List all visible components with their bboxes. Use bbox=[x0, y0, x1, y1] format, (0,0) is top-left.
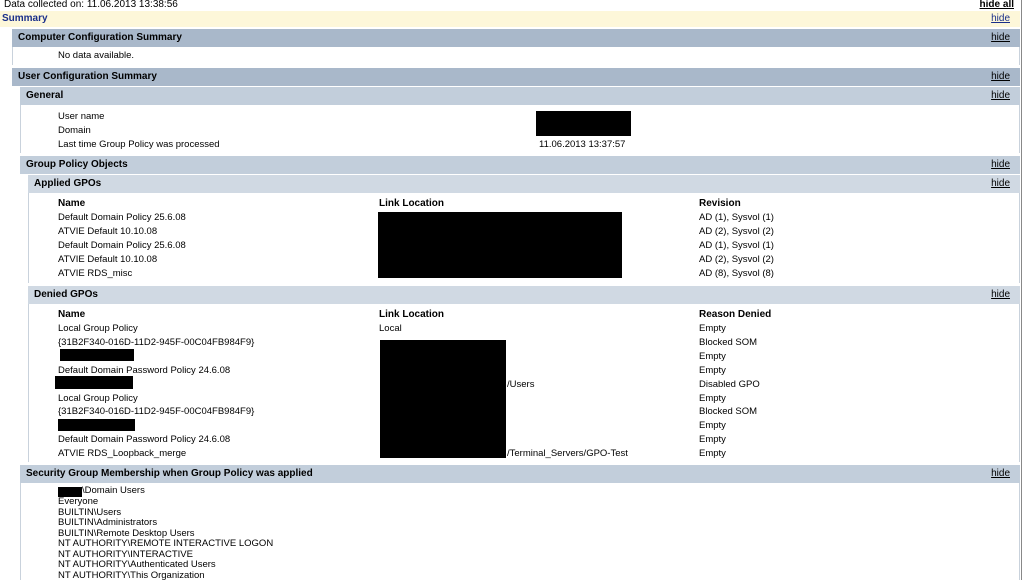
computer-config-bar[interactable]: Computer Configuration Summary hide bbox=[12, 28, 1020, 48]
gpo-title: Group Policy Objects bbox=[26, 159, 128, 170]
redacted-denied-name bbox=[55, 376, 133, 389]
denied-row-location: /Users bbox=[507, 379, 535, 390]
denied-row-reason: Blocked SOM bbox=[699, 406, 758, 417]
computer-config-panel: No data available. bbox=[12, 47, 1020, 65]
denied-row-location: Local bbox=[379, 323, 402, 334]
denied-row-reason: Empty bbox=[699, 448, 726, 459]
denied-row-name: {31B2F340-016D-11D2-945F-00C04FB984F9} bbox=[58, 337, 255, 348]
applied-row-revision: AD (1), Sysvol (1) bbox=[699, 240, 774, 251]
denied-row-name: Local Group Policy bbox=[58, 393, 138, 404]
applied-row-name: ATVIE Default 10.10.08 bbox=[58, 226, 158, 237]
redacted-denied-name bbox=[60, 349, 134, 361]
general-label-domain: Domain bbox=[58, 125, 91, 136]
applied-gpos-title: Applied GPOs bbox=[34, 178, 102, 189]
denied-row-reason: Blocked SOM bbox=[699, 337, 758, 348]
applied-row-name: ATVIE Default 10.10.08 bbox=[58, 254, 158, 265]
general-hide-link[interactable]: hide bbox=[991, 87, 1010, 105]
applied-row-name: Default Domain Policy 25.6.08 bbox=[58, 212, 186, 223]
applied-header-name: Name bbox=[58, 198, 86, 209]
denied-header-reason: Reason Denied bbox=[699, 309, 772, 320]
applied-header-revision: Revision bbox=[699, 198, 741, 209]
denied-row-reason: Empty bbox=[699, 434, 726, 445]
general-bar[interactable]: General hide bbox=[20, 86, 1020, 106]
security-group-item: Everyone bbox=[58, 496, 99, 507]
denied-row-reason: Empty bbox=[699, 323, 726, 334]
summary-title: Summary bbox=[2, 13, 48, 24]
denied-gpos-title: Denied GPOs bbox=[34, 289, 98, 300]
denied-gpos-hide-link[interactable]: hide bbox=[991, 286, 1010, 304]
denied-row-reason: Disabled GPO bbox=[699, 379, 760, 390]
applied-row-name: Default Domain Policy 25.6.08 bbox=[58, 240, 186, 251]
gpo-bar[interactable]: Group Policy Objects hide bbox=[20, 155, 1020, 175]
computer-config-hide-link[interactable]: hide bbox=[991, 29, 1010, 47]
applied-header-location: Link Location bbox=[379, 198, 444, 209]
denied-header-location: Link Location bbox=[379, 309, 444, 320]
security-group-item: NT AUTHORITY\This Organization bbox=[58, 570, 205, 581]
denied-row-reason: Empty bbox=[699, 420, 726, 431]
general-label-last-processed: Last time Group Policy was processed bbox=[58, 139, 220, 150]
denied-row-reason: Empty bbox=[699, 351, 726, 362]
denied-gpos-bar[interactable]: Denied GPOs hide bbox=[28, 285, 1020, 305]
applied-row-revision: AD (2), Sysvol (2) bbox=[699, 226, 774, 237]
denied-row-reason: Empty bbox=[699, 365, 726, 376]
user-config-title: User Configuration Summary bbox=[18, 71, 157, 82]
denied-row-name: Local Group Policy bbox=[58, 323, 138, 334]
general-value-last-processed: 11.06.2013 13:37:57 bbox=[539, 139, 626, 150]
applied-row-revision: AD (1), Sysvol (1) bbox=[699, 212, 774, 223]
security-group-item: BUILTIN\Administrators bbox=[58, 517, 158, 528]
no-data-text: No data available. bbox=[58, 50, 135, 61]
security-group-item: NT AUTHORITY\Authenticated Users bbox=[58, 559, 216, 570]
user-config-bar[interactable]: User Configuration Summary hide bbox=[12, 67, 1020, 87]
security-group-item: NT AUTHORITY\REMOTE INTERACTIVE LOGON bbox=[58, 538, 274, 549]
applied-gpos-hide-link[interactable]: hide bbox=[991, 175, 1010, 193]
applied-row-revision: AD (2), Sysvol (2) bbox=[699, 254, 774, 265]
applied-gpos-bar[interactable]: Applied GPOs hide bbox=[28, 174, 1020, 194]
summary-bar[interactable]: Summary hide bbox=[0, 10, 1020, 28]
hide-all-link[interactable]: hide all bbox=[980, 0, 1014, 10]
denied-row-location: /Terminal_Servers/GPO-Test bbox=[507, 448, 628, 459]
general-title: General bbox=[26, 90, 64, 101]
user-config-hide-link[interactable]: hide bbox=[991, 68, 1010, 86]
redacted-denied-name bbox=[58, 419, 135, 431]
denied-row-name: ATVIE RDS_Loopback_merge bbox=[58, 448, 187, 459]
denied-row-reason: Empty bbox=[699, 393, 726, 404]
security-groups-hide-link[interactable]: hide bbox=[991, 465, 1010, 483]
summary-hide-link[interactable]: hide bbox=[991, 11, 1010, 27]
applied-row-name: ATVIE RDS_misc bbox=[58, 268, 133, 279]
data-collected-text: Data collected on: 11.06.2013 13:38:56 bbox=[4, 0, 178, 10]
security-groups-bar[interactable]: Security Group Membership when Group Pol… bbox=[20, 464, 1020, 484]
general-label-username: User name bbox=[58, 111, 105, 122]
redacted-applied-locations bbox=[378, 212, 622, 278]
denied-header-name: Name bbox=[58, 309, 86, 320]
applied-row-revision: AD (8), Sysvol (8) bbox=[699, 268, 774, 279]
gpo-hide-link[interactable]: hide bbox=[991, 156, 1010, 174]
computer-config-title: Computer Configuration Summary bbox=[18, 32, 182, 43]
security-groups-title: Security Group Membership when Group Pol… bbox=[26, 468, 313, 479]
denied-row-name: Default Domain Password Policy 24.6.08 bbox=[58, 434, 231, 445]
denied-row-name: {31B2F340-016D-11D2-945F-00C04FB984F9} bbox=[58, 406, 255, 417]
scrollbar-edge[interactable] bbox=[1021, 0, 1022, 580]
redacted-user-domain bbox=[536, 111, 631, 136]
redacted-denied-locations bbox=[380, 340, 506, 458]
